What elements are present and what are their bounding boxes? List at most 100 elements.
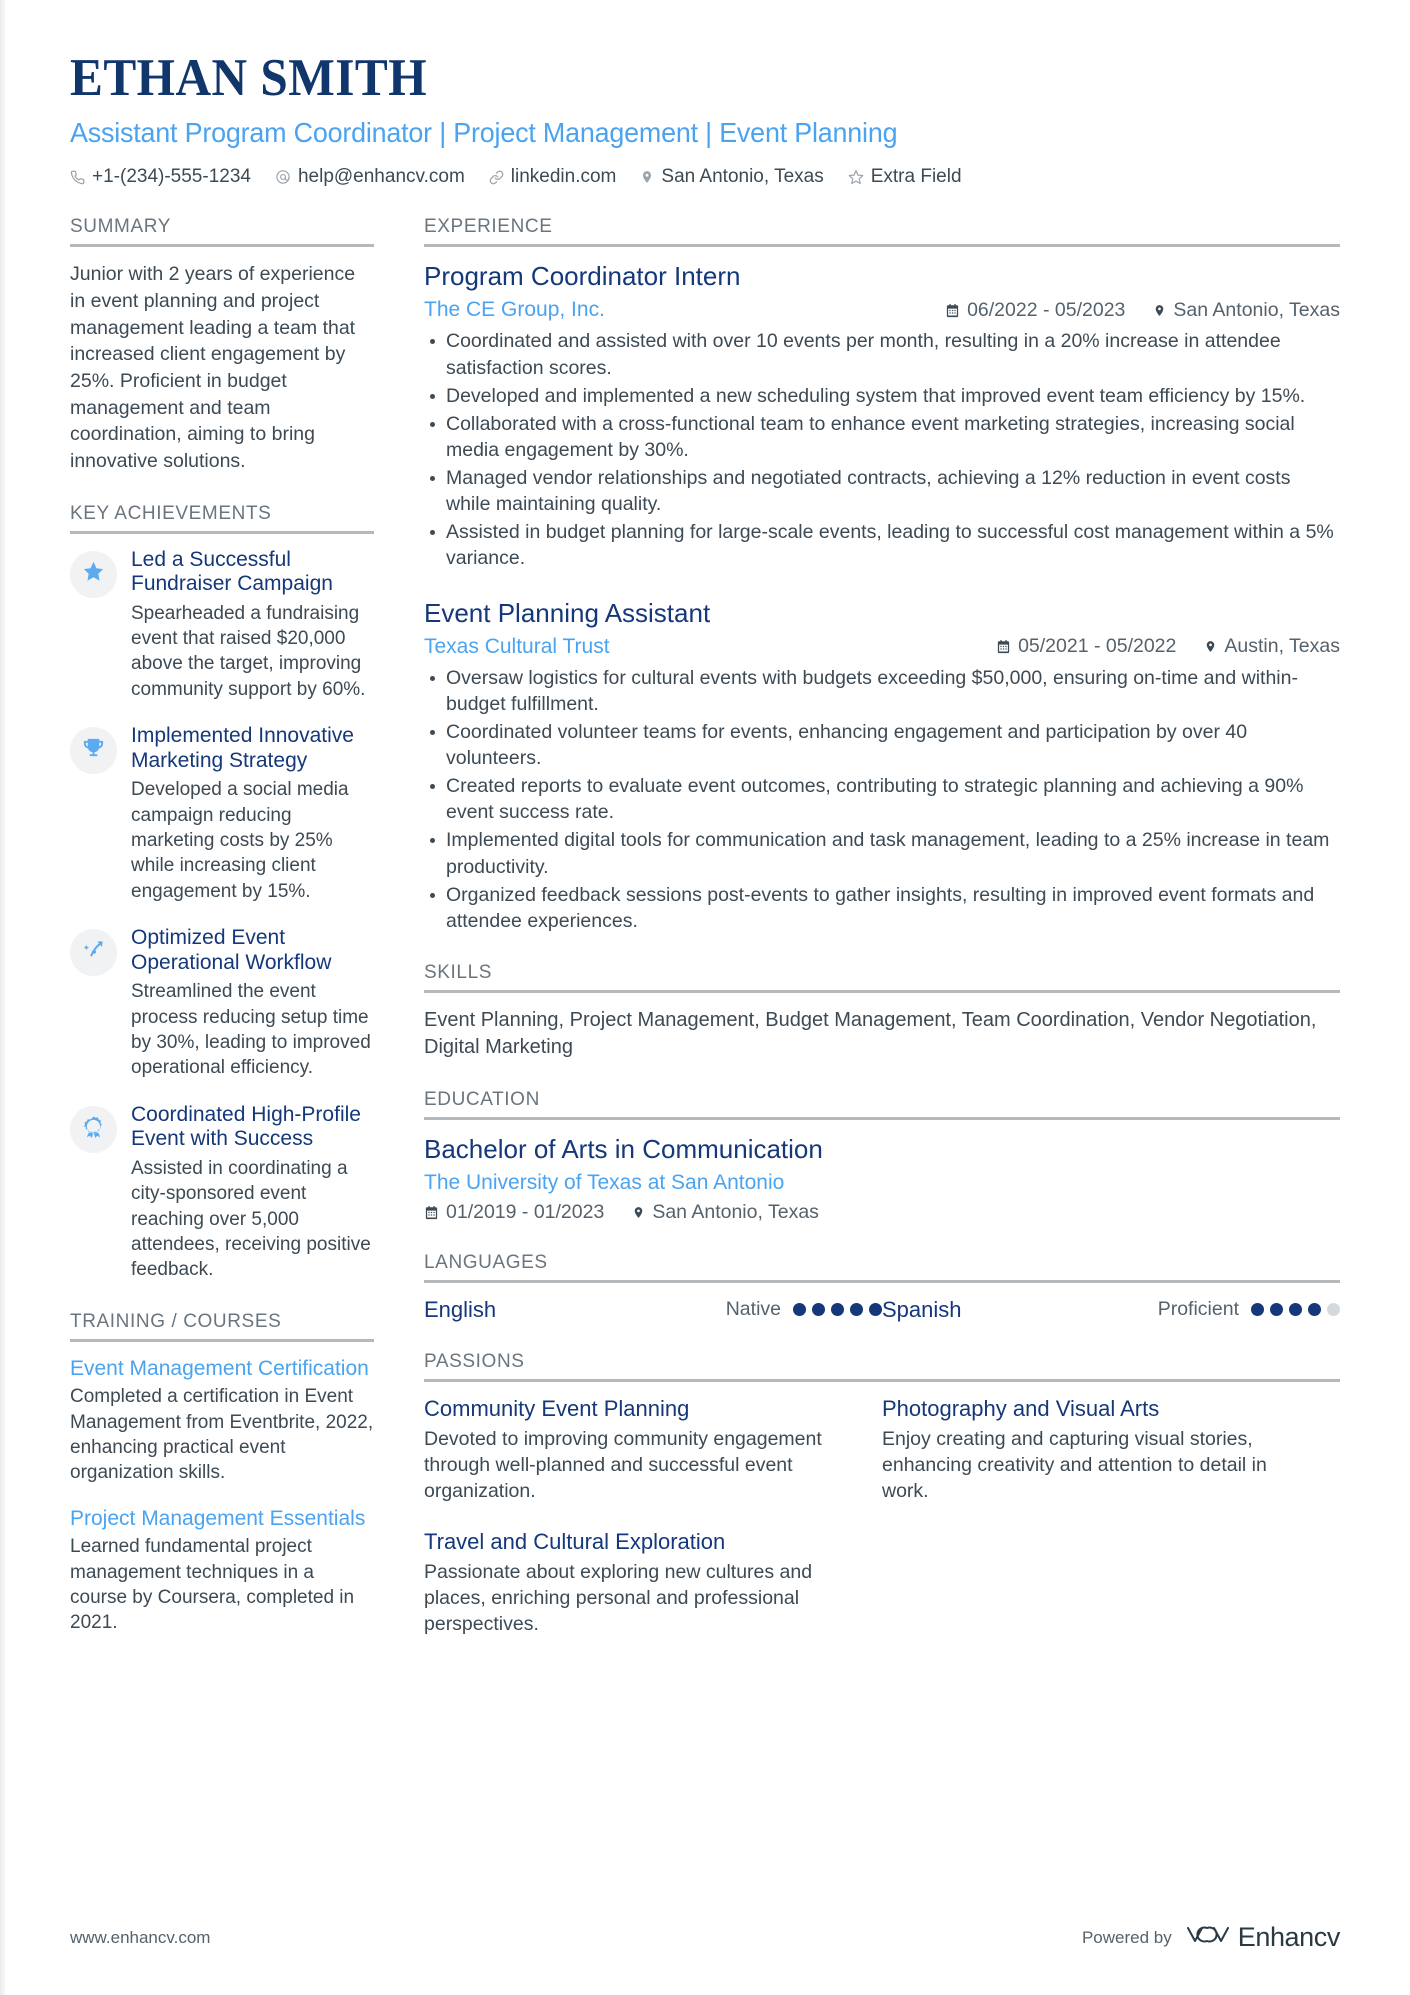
contact-linkedin-text: linkedin.com (510, 166, 617, 188)
language-level: Native (725, 1298, 781, 1321)
education-meta-row: 01/2019 - 01/2023 San Antonio, Texas (424, 1201, 1340, 1224)
job-location: San Antonio, Texas (1153, 299, 1340, 322)
job-bullet: Coordinated volunteer teams for events, … (424, 719, 1340, 771)
calendar-icon (945, 303, 960, 318)
contact-location-text: San Antonio, Texas (661, 166, 824, 188)
passion-item: Community Event Planning Devoted to impr… (424, 1396, 882, 1505)
skills-divider (424, 989, 1340, 993)
language-rating-dots (793, 1303, 882, 1317)
rating-dot-filled (793, 1303, 806, 1317)
course-desc: Learned fundamental project management t… (70, 1536, 355, 1634)
passion-desc: Enjoy creating and capturing visual stor… (882, 1427, 1267, 1502)
contact-location: San Antonio, Texas (640, 166, 824, 188)
link-icon (489, 170, 504, 185)
enhancv-brand: Enhancv (1185, 1922, 1340, 1953)
achievement-title: Optimized Event Operational Workflow (131, 926, 332, 974)
rating-dot-filled (1289, 1303, 1302, 1317)
job-bullets: Oversaw logistics for cultural events wi… (424, 665, 1340, 934)
key-achievements-divider (70, 530, 374, 534)
section-key-achievements: KEY ACHIEVEMENTS Led a Successful Fundra… (70, 503, 374, 1283)
section-experience: EXPERIENCE Program Coordinator Intern Th… (424, 216, 1340, 934)
course-item: Event Management Certification Completed… (70, 1356, 374, 1486)
rating-dot-filled (850, 1303, 863, 1317)
job-meta-row: The CE Group, Inc. 06/2022 - 05/2023 San… (424, 298, 1340, 322)
contact-row: +1-(234)-555-1234 help@enhancv.com linke… (70, 166, 1340, 188)
achievement-body: Optimized Event Operational Workflow Str… (131, 926, 374, 1081)
course-title: Event Management Certification (70, 1356, 369, 1380)
languages-row: English Native Spanish Proficient (424, 1297, 1340, 1323)
job-bullet: Created reports to evaluate event outcom… (424, 773, 1340, 825)
job-company: Texas Cultural Trust (424, 634, 610, 658)
email-icon (275, 169, 291, 185)
footer-website-url[interactable]: www.enhancv.com (70, 1928, 210, 1948)
job-bullet: Oversaw logistics for cultural events wi… (424, 665, 1340, 717)
location-pin-icon (1204, 639, 1217, 654)
achievement-desc: Developed a social media campaign reduci… (131, 779, 349, 902)
passions-heading: PASSIONS (424, 1350, 525, 1372)
language-rating-dots (1251, 1303, 1340, 1317)
achievement-title: Led a Successful Fundraiser Campaign (131, 547, 333, 596)
job-location-text: Austin, Texas (1224, 635, 1340, 658)
section-summary: SUMMARY Junior with 2 years of experienc… (70, 216, 374, 475)
job-role: Event Planning Assistant (424, 597, 711, 628)
section-passions: PASSIONS Community Event Planning Devote… (424, 1351, 1340, 1662)
language-item: English Native (424, 1297, 882, 1323)
achievement-body: Coordinated High-Profile Event with Succ… (131, 1103, 374, 1283)
calendar-icon (996, 639, 1011, 654)
education-dates: 01/2019 - 01/2023 (424, 1201, 604, 1224)
education-heading: EDUCATION (424, 1089, 540, 1111)
skills-heading: SKILLS (424, 961, 493, 983)
contact-linkedin[interactable]: linkedin.com (489, 166, 617, 188)
rating-dot-empty (1327, 1303, 1340, 1317)
job-bullets: Coordinated and assisted with over 10 ev… (424, 328, 1340, 571)
education-divider (424, 1117, 1340, 1121)
section-education: EDUCATION Bachelor of Arts in Communicat… (424, 1089, 1340, 1223)
languages-divider (424, 1279, 1340, 1283)
footer-branding: Powered by Enhancv (1082, 1922, 1340, 1953)
location-pin-icon (640, 169, 654, 185)
rating-dot-filled (831, 1303, 844, 1317)
course-title: Project Management Essentials (70, 1506, 366, 1530)
key-achievements-heading: KEY ACHIEVEMENTS (70, 502, 272, 524)
passion-title: Photography and Visual Arts (882, 1395, 1160, 1421)
job-dates-text: 05/2021 - 05/2022 (1018, 635, 1177, 658)
passion-desc: Devoted to improving community engagemen… (424, 1427, 822, 1502)
skills-text: Event Planning, Project Management, Budg… (424, 1008, 1317, 1059)
star-outline-icon (848, 169, 864, 185)
experience-divider (424, 244, 1340, 248)
achievement-body: Led a Successful Fundraiser Campaign Spe… (131, 548, 374, 703)
job-bullet: Organized feedback sessions post-events … (424, 882, 1340, 934)
candidate-headline: Assistant Program Coordinator | Project … (70, 117, 898, 149)
rating-dot-filled (1308, 1303, 1321, 1317)
course-item: Project Management Essentials Learned fu… (70, 1506, 374, 1636)
achievement-body: Implemented Innovative Marketing Strateg… (131, 724, 374, 904)
achievement-desc: Streamlined the event process reducing s… (131, 981, 371, 1079)
passions-grid: Community Event Planning Devoted to impr… (424, 1396, 1340, 1662)
summary-heading: SUMMARY (70, 216, 171, 238)
resume-body-columns: SUMMARY Junior with 2 years of experienc… (0, 188, 1410, 1690)
experience-item: Program Coordinator Intern The CE Group,… (424, 261, 1340, 571)
award-ribbon-icon (82, 1115, 105, 1143)
training-divider (70, 1338, 374, 1342)
job-company: The CE Group, Inc. (424, 298, 605, 322)
enhancv-logo-icon (1185, 1922, 1229, 1953)
rating-dot-filled (1251, 1303, 1264, 1317)
calendar-icon (424, 1205, 439, 1220)
achievement-desc: Assisted in coordinating a city-sponsore… (131, 1157, 371, 1281)
contact-phone[interactable]: +1-(234)-555-1234 (70, 166, 251, 188)
section-languages: LANGUAGES English Native Spanish Profici… (424, 1252, 1340, 1323)
job-dates: 05/2021 - 05/2022 (996, 635, 1176, 658)
passion-desc: Passionate about exploring new cultures … (424, 1561, 813, 1635)
contact-email[interactable]: help@enhancv.com (275, 166, 465, 188)
job-bullet: Implemented digital tools for communicat… (424, 827, 1340, 879)
candidate-name: ETHAN SMITH (70, 49, 428, 107)
job-bullet: Coordinated and assisted with over 10 ev… (424, 328, 1340, 380)
rating-dot-filled (812, 1303, 825, 1317)
achievement-badge (70, 1105, 117, 1153)
job-meta-row: Texas Cultural Trust 05/2021 - 05/2022 A… (424, 635, 1340, 659)
course-desc: Completed a certification in Event Manag… (70, 1386, 374, 1484)
resume-header: ETHAN SMITH Assistant Program Coordinato… (0, 0, 1410, 188)
job-location-text: San Antonio, Texas (1173, 298, 1340, 321)
experience-heading: EXPERIENCE (424, 216, 553, 238)
job-bullet: Collaborated with a cross-functional tea… (424, 411, 1340, 463)
